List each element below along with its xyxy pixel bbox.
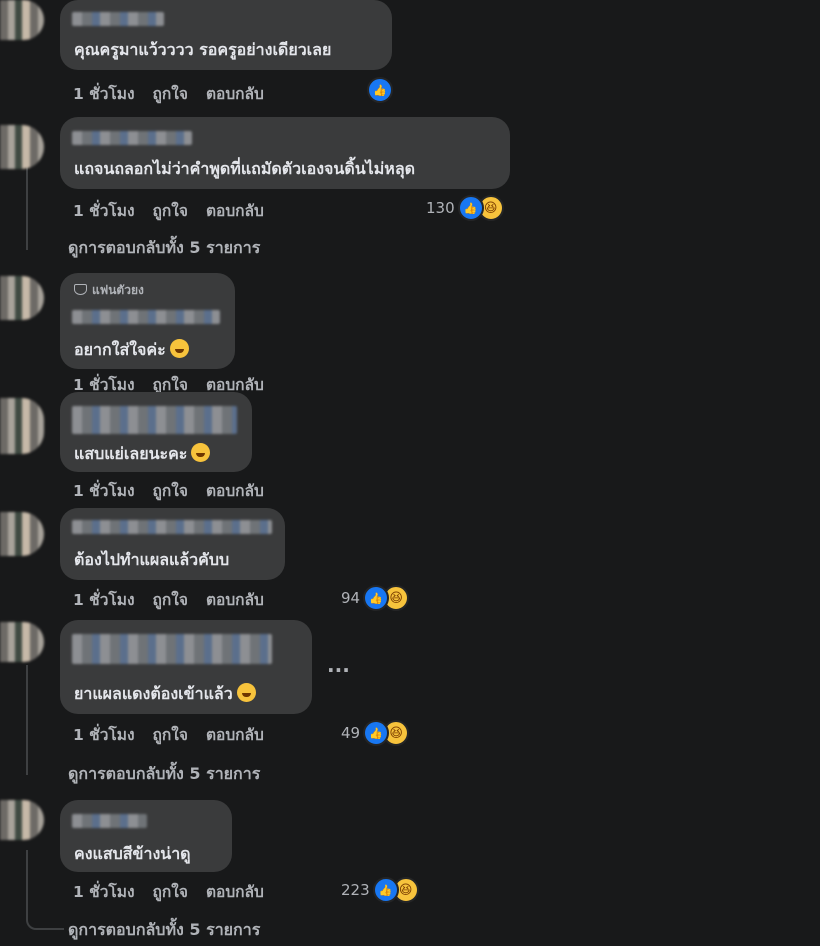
avatar[interactable] <box>0 622 44 662</box>
like-button[interactable]: ถูกใจ <box>153 202 188 220</box>
comment-text: คงแสบสีข้างน่าดู <box>74 844 191 863</box>
like-button[interactable]: ถูกใจ <box>153 85 188 103</box>
avatar[interactable] <box>0 125 44 169</box>
like-button[interactable]: ถูกใจ <box>153 591 188 609</box>
blurred-author-name[interactable] <box>72 406 237 434</box>
blurred-author-name[interactable] <box>72 310 220 324</box>
reaction-count: 49 <box>341 724 361 742</box>
avatar[interactable] <box>0 0 44 40</box>
comment-actions: 1 ชั่วโมง ถูกใจ ตอบกลับ <box>73 587 282 612</box>
comment-text: แสบแย่เลยนะคะ <box>74 442 211 467</box>
comment-bubble[interactable]: แถจนถลอกไม่ว่าคำพูดที่แถมัดตัวเองจนดิ้นไ… <box>60 117 510 189</box>
comment-bubble[interactable]: ต้องไปทำแผลแล้วคับบ <box>60 508 285 580</box>
timestamp[interactable]: 1 ชั่วโมง <box>73 482 135 500</box>
comment-text: คุณครูมาแว้วววว รอครูอย่างเดียวเลย <box>74 40 332 59</box>
reply-button[interactable]: ตอบกลับ <box>206 202 264 220</box>
thread-line <box>26 160 28 250</box>
comment-text: ยาแผลแดงต้องเข้าแล้ว <box>74 682 256 707</box>
timestamp[interactable]: 1 ชั่วโมง <box>73 726 135 744</box>
tears-of-joy-emoji-icon <box>236 683 256 702</box>
comment-actions: 1 ชั่วโมง ถูกใจ ตอบกลับ <box>73 722 282 747</box>
blurred-author-name[interactable] <box>72 814 147 828</box>
diamond-badge-icon <box>74 284 87 295</box>
avatar[interactable] <box>0 276 44 320</box>
thread-hook <box>26 902 64 930</box>
fan-badge: แฟนตัวยง <box>74 281 144 300</box>
comment-actions: 1 ชั่วโมง ถูกใจ ตอบกลับ <box>73 198 282 223</box>
blurred-author-name[interactable] <box>72 131 192 145</box>
like-reaction-icon: 👍 <box>457 195 484 221</box>
like-button[interactable]: ถูกใจ <box>153 482 188 500</box>
like-reaction-icon: 👍 <box>372 877 399 903</box>
comment-actions: 1 ชั่วโมง ถูกใจ ตอบกลับ <box>73 81 282 106</box>
timestamp[interactable]: 1 ชั่วโมง <box>73 591 135 609</box>
comment-bubble[interactable]: คงแสบสีข้างน่าดู <box>60 800 232 872</box>
badge-label: แฟนตัวยง <box>92 283 144 297</box>
like-reaction-icon: 👍 <box>363 585 390 611</box>
reactions[interactable]: 223 👍 😆 <box>341 877 419 903</box>
reactions[interactable]: 94 👍 😆 <box>341 585 410 611</box>
blurred-author-name[interactable] <box>72 12 164 26</box>
reply-button[interactable]: ตอบกลับ <box>206 482 264 500</box>
comment-bubble[interactable]: แสบแย่เลยนะคะ <box>60 392 252 472</box>
comment-bubble[interactable]: ยาแผลแดงต้องเข้าแล้ว <box>60 620 312 714</box>
avatar[interactable] <box>0 398 44 454</box>
reply-button[interactable]: ตอบกลับ <box>206 726 264 744</box>
sweat-smile-emoji-icon <box>169 339 189 358</box>
like-reaction-icon: 👍 <box>363 720 390 746</box>
reply-button[interactable]: ตอบกลับ <box>206 883 264 901</box>
reaction-count: 223 <box>341 881 370 899</box>
reactions[interactable]: 130 👍 😆 <box>426 195 504 221</box>
reply-button[interactable]: ตอบกลับ <box>206 85 264 103</box>
comment-text: อยากใส่ใจค่ะ <box>74 338 189 363</box>
reply-button[interactable]: ตอบกลับ <box>206 591 264 609</box>
thread-line <box>26 665 28 775</box>
reactions[interactable]: 👍 <box>367 77 393 103</box>
more-options-icon[interactable]: ... <box>327 653 350 677</box>
view-replies-link[interactable]: ดูการตอบกลับทั้ง 5 รายการ <box>68 236 260 261</box>
thread-line <box>26 850 28 905</box>
reactions[interactable]: 49 👍 😆 <box>341 720 410 746</box>
like-button[interactable]: ถูกใจ <box>153 883 188 901</box>
comment-text: ต้องไปทำแผลแล้วคับบ <box>74 550 230 569</box>
avatar[interactable] <box>0 800 44 840</box>
comment-actions: 1 ชั่วโมง ถูกใจ ตอบกลับ <box>73 879 282 904</box>
comment-text: แถจนถลอกไม่ว่าคำพูดที่แถมัดตัวเองจนดิ้นไ… <box>74 159 416 178</box>
like-button[interactable]: ถูกใจ <box>153 726 188 744</box>
reaction-count: 94 <box>341 589 361 607</box>
timestamp[interactable]: 1 ชั่วโมง <box>73 202 135 220</box>
reaction-count: 130 <box>426 199 455 217</box>
avatar[interactable] <box>0 512 44 556</box>
timestamp[interactable]: 1 ชั่วโมง <box>73 85 135 103</box>
view-replies-link[interactable]: ดูการตอบกลับทั้ง 5 รายการ <box>68 918 260 943</box>
comment-bubble[interactable]: แฟนตัวยง อยากใส่ใจค่ะ <box>60 273 235 369</box>
sweat-smile-emoji-icon <box>191 443 211 462</box>
like-reaction-icon: 👍 <box>367 77 393 103</box>
timestamp[interactable]: 1 ชั่วโมง <box>73 883 135 901</box>
comment-bubble[interactable]: คุณครูมาแว้วววว รอครูอย่างเดียวเลย <box>60 0 392 70</box>
blurred-author-name[interactable] <box>72 634 272 664</box>
comment-actions: 1 ชั่วโมง ถูกใจ ตอบกลับ <box>73 478 282 503</box>
view-replies-link[interactable]: ดูการตอบกลับทั้ง 5 รายการ <box>68 762 260 787</box>
blurred-author-name[interactable] <box>72 520 272 534</box>
